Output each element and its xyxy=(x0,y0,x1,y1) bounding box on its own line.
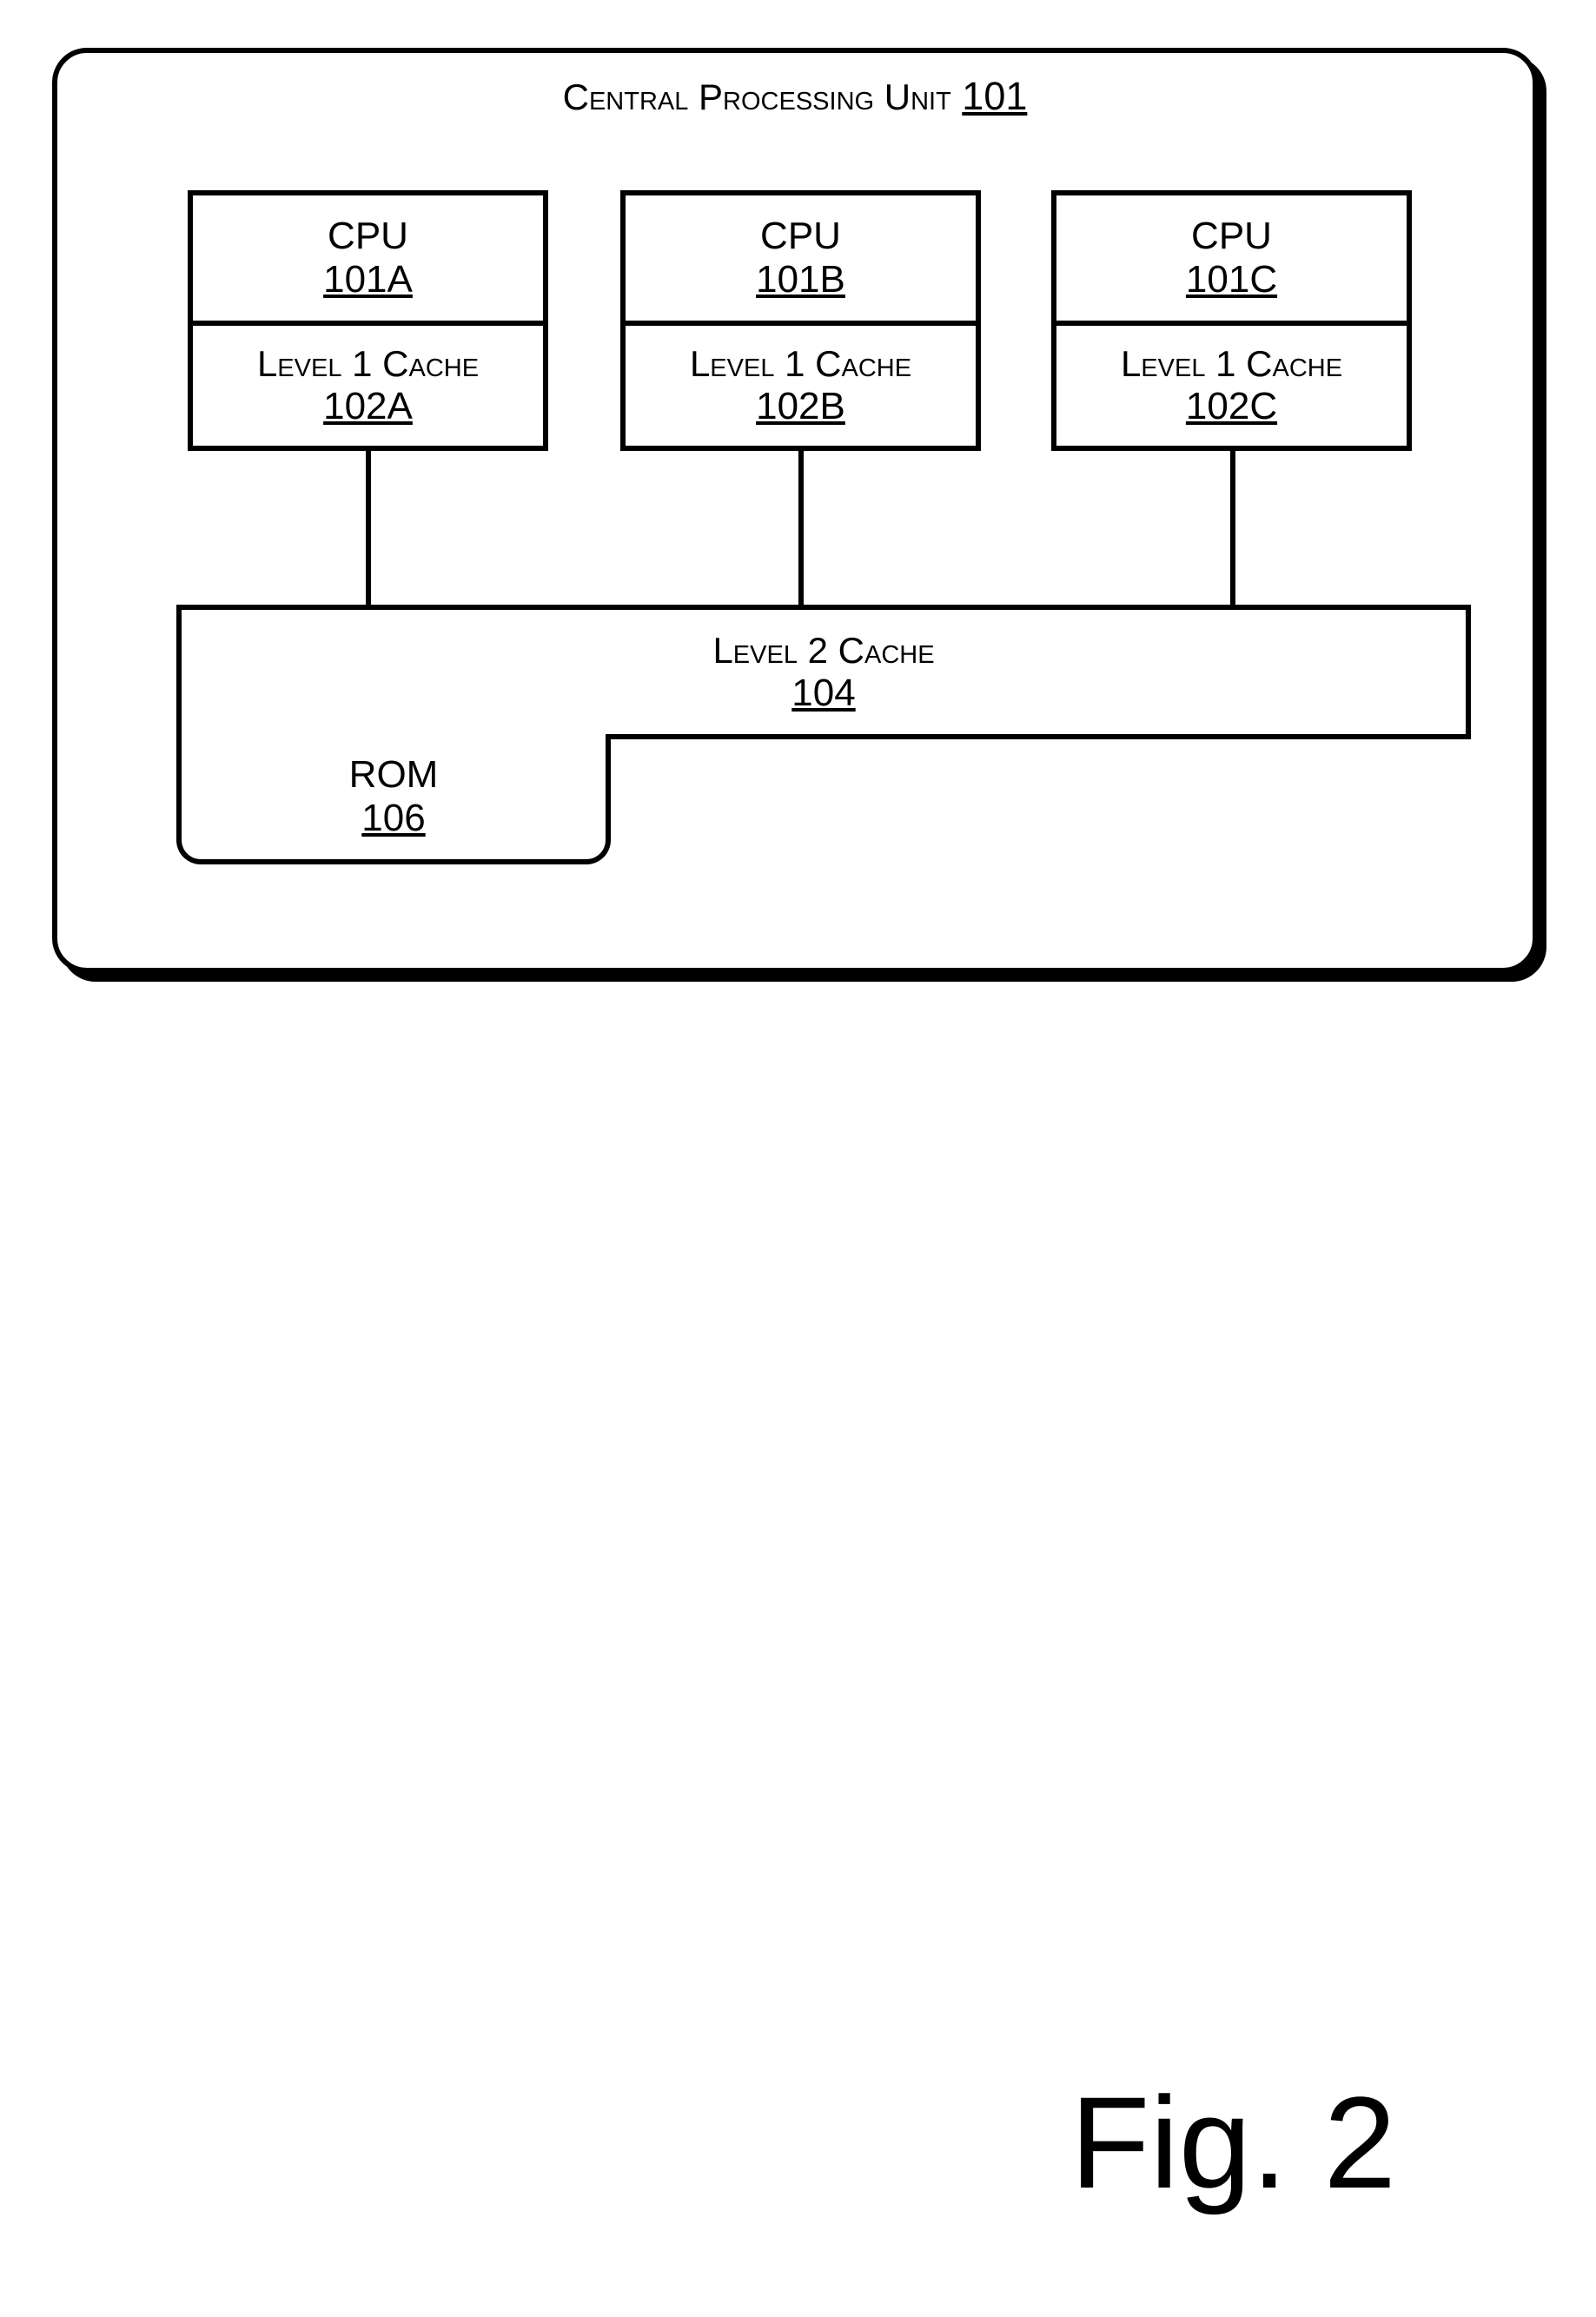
outer-title-text: Central Processing Unit xyxy=(563,76,951,117)
figure-label: Fig. 2 xyxy=(1070,2068,1396,2218)
connector-b xyxy=(798,448,804,606)
cpu-b-label: CPU xyxy=(626,215,976,258)
cache-b-num: 102B xyxy=(626,385,976,428)
rom-label: ROM xyxy=(182,753,606,797)
cache-b-label: Level 1 Cache xyxy=(626,343,976,385)
cache-c-num: 102C xyxy=(1056,385,1407,428)
cpu-b-box: CPU 101B xyxy=(620,190,981,321)
outer-title-num: 101 xyxy=(962,74,1027,118)
cpu-col-a: CPU 101A Level 1 Cache 102A xyxy=(188,190,548,447)
cpu-b-num: 101B xyxy=(626,258,976,301)
connector-c xyxy=(1230,448,1235,606)
cache-c-box: Level 1 Cache 102C xyxy=(1051,321,1412,451)
cpu-c-label: CPU xyxy=(1056,215,1407,258)
cpu-col-c: CPU 101C Level 1 Cache 102C xyxy=(1051,190,1412,447)
l2-cache-num: 104 xyxy=(182,672,1466,715)
cpu-c-num: 101C xyxy=(1056,258,1407,301)
cpu-row: CPU 101A Level 1 Cache 102A CPU 101B Lev… xyxy=(57,190,1533,447)
l2-cache-label: Level 2 Cache xyxy=(182,630,1466,672)
outer-title: Central Processing Unit 101 xyxy=(57,53,1533,119)
rom-num: 106 xyxy=(182,797,606,840)
cpu-col-b: CPU 101B Level 1 Cache 102B xyxy=(620,190,981,447)
cache-b-box: Level 1 Cache 102B xyxy=(620,321,981,451)
l2-cache-box: Level 2 Cache 104 xyxy=(176,605,1471,739)
connector-a xyxy=(366,448,371,606)
cache-a-box: Level 1 Cache 102A xyxy=(188,321,548,451)
cpu-a-num: 101A xyxy=(193,258,543,301)
cache-c-label: Level 1 Cache xyxy=(1056,343,1407,385)
cache-a-label: Level 1 Cache xyxy=(193,343,543,385)
cache-a-num: 102A xyxy=(193,385,543,428)
cpu-a-box: CPU 101A xyxy=(188,190,548,321)
cpu-a-label: CPU xyxy=(193,215,543,258)
cpu-c-box: CPU 101C xyxy=(1051,190,1412,321)
cpu-outer-box: Central Processing Unit 101 CPU 101A Lev… xyxy=(52,48,1538,973)
rom-box: ROM 106 xyxy=(176,734,611,864)
